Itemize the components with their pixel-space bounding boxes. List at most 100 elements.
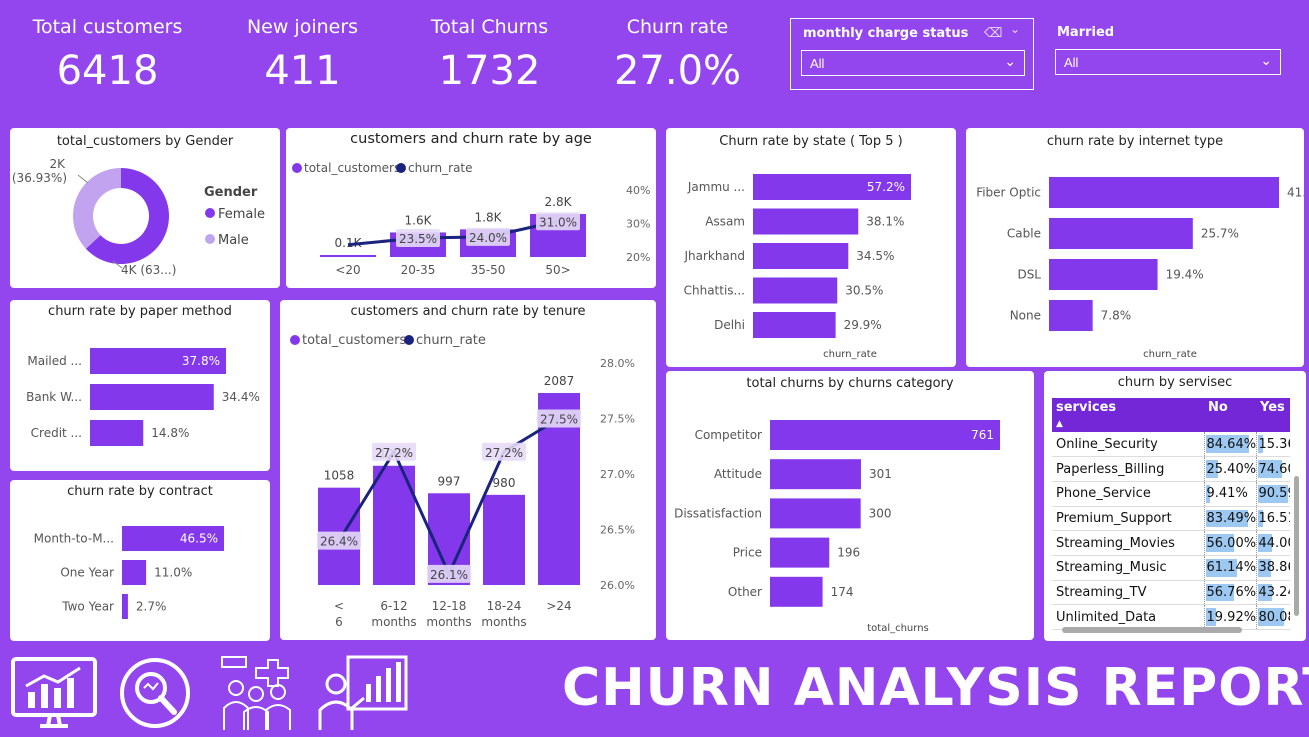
kpi-label: Churn rate [626, 16, 729, 38]
table-row[interactable]: Phone_Service9.41% 90.59% [1052, 481, 1290, 507]
legend-marker-male [205, 234, 215, 244]
no-percent-value: 56.00% [1206, 535, 1257, 551]
bar[interactable] [1049, 259, 1158, 290]
no-percent-cell: 19.92% [1203, 604, 1256, 630]
bar[interactable] [770, 420, 1000, 450]
category-label: Two Year [61, 600, 114, 614]
bar[interactable] [90, 384, 214, 410]
yes-percent-cell: 15.36% [1255, 432, 1290, 458]
table-row[interactable]: Online_Security84.64%15.36% [1052, 432, 1290, 458]
gender-donut-chart: 2K (36.93%) 4K (63...) Gender Female Mal… [12, 157, 265, 277]
data-label: 57.2% [867, 180, 905, 194]
service-name-cell: Streaming_Movies [1052, 530, 1204, 556]
x-tick-label: months [371, 615, 416, 629]
legend-label-male[interactable]: Male [218, 233, 249, 248]
y2-tick-label: 20% [626, 251, 650, 264]
legend-marker-churn-rate [404, 335, 414, 345]
bar[interactable] [753, 277, 838, 304]
bar[interactable] [753, 208, 859, 235]
table-row[interactable]: Streaming_TV56.76%43.24% [1052, 580, 1290, 606]
x-tick-label: 50> [545, 263, 570, 277]
dropdown-value: All [1064, 55, 1079, 70]
married-dropdown[interactable]: All ⌄ [1055, 49, 1281, 75]
table-row[interactable]: Unlimited_Data19.92%80.08% [1052, 604, 1290, 630]
dropdown-value: All [810, 56, 825, 71]
yes-percent-value: 74.60% [1258, 461, 1291, 477]
search-analytics-icon [120, 658, 190, 728]
state-card: Churn rate by state ( Top 5 ) Jammu ... 5… [666, 128, 956, 367]
internet-card: churn rate by internet type Fiber Optic 4… [966, 128, 1304, 367]
bar-data-label: 980 [493, 476, 516, 490]
category-label: Chhattis... [684, 284, 745, 298]
bar[interactable] [770, 459, 861, 490]
married-slicer: Married All ⌄ [1046, 18, 1286, 90]
vertical-scrollbar[interactable] [1294, 476, 1299, 616]
services-card: churn by servisec services ▲ No Yes Onlin… [1044, 371, 1306, 641]
kpi-new-joiners: New joiners 411 [215, 16, 390, 94]
payment-card: churn rate by paper method Mailed ... 37.… [10, 300, 270, 471]
churn-rate-line[interactable] [347, 219, 559, 247]
column-header-services[interactable]: services ▲ [1052, 398, 1204, 432]
bar[interactable] [770, 498, 861, 529]
bar-data-label: 997 [438, 474, 461, 488]
data-label: 300 [869, 506, 892, 520]
table-row[interactable]: Paperless_Billing25.40%74.60% [1052, 456, 1291, 482]
legend-label-churn-rate[interactable]: churn_rate [408, 161, 473, 175]
bar[interactable] [770, 576, 823, 607]
x-tick-label: <20 [335, 263, 360, 277]
kpi-value: 1732 [438, 48, 541, 94]
bar[interactable] [90, 420, 144, 446]
monthly-charge-dropdown[interactable]: All ⌄ [801, 50, 1025, 76]
legend-label-female[interactable]: Female [218, 207, 265, 222]
bar[interactable] [1049, 218, 1193, 249]
donut-slice-male[interactable] [73, 168, 121, 249]
category-label: Mailed ... [27, 354, 82, 368]
bar[interactable] [753, 243, 849, 269]
y2-tick-label: 27.5% [600, 413, 635, 426]
bar[interactable] [320, 255, 376, 257]
data-label: 14.8% [151, 426, 189, 440]
table-row[interactable]: Streaming_Movies56.00%44.00% [1052, 530, 1291, 556]
data-label: 174 [831, 585, 854, 599]
state-bar-chart: Jammu ... 57.2% Assam 38.1% Jharkhand 34.5% Ch… [683, 174, 911, 360]
column-header-no[interactable]: No [1204, 398, 1256, 432]
bar[interactable] [1049, 177, 1279, 208]
no-percent-cell: 84.64% [1203, 432, 1257, 458]
category-bar-chart: Competitor 761 Attitude 301 Dissatisfaction 3… [674, 420, 1000, 634]
bar-data-label: 1.6K [405, 213, 433, 227]
bar[interactable] [1049, 300, 1093, 331]
age-combo-chart: total_customers churn_rate40%30%20%0.1K<2… [292, 161, 650, 277]
legend-label-total-customers[interactable]: total_customers [302, 333, 406, 348]
data-label: 29.9% [844, 318, 882, 332]
horizontal-scrollbar[interactable] [1062, 627, 1242, 633]
yes-percent-cell: 74.60% [1255, 456, 1291, 482]
bar[interactable] [483, 494, 525, 585]
bar[interactable] [753, 312, 836, 338]
no-percent-value: 25.40% [1206, 461, 1257, 477]
dashboard-monitor-icon [11, 657, 97, 728]
legend-label-total-customers[interactable]: total_customers [304, 161, 400, 175]
line-data-label: 31.0% [539, 215, 577, 229]
category-label: Dissatisfaction [674, 506, 762, 520]
x-tick-label: 12-18 [432, 599, 467, 613]
data-label: 2.7% [136, 600, 167, 614]
yes-percent-value: 44.00% [1258, 535, 1291, 551]
table-row[interactable]: Premium_Support83.49%16.51% [1052, 506, 1290, 532]
y2-tick-label: 27.0% [600, 468, 635, 481]
x-tick-label: 6-12 [380, 599, 407, 613]
gender-card: total_customers by Gender 2K (36.93%) 4K… [10, 128, 280, 288]
bar[interactable] [122, 594, 128, 619]
eraser-icon[interactable]: ⌫ [984, 25, 1002, 41]
table-row[interactable]: Streaming_Music61.14%38.86% [1052, 555, 1290, 581]
kpi-label: Total customers [32, 16, 183, 38]
y2-tick-label: 26.5% [600, 524, 635, 537]
x-tick-label: 20-35 [401, 263, 436, 277]
legend-label-churn-rate[interactable]: churn_rate [416, 333, 486, 348]
column-header-yes[interactable]: Yes [1256, 398, 1290, 432]
chevron-down-icon[interactable]: ⌄ [1010, 22, 1020, 36]
bar[interactable] [122, 560, 147, 585]
bar[interactable] [770, 537, 830, 568]
no-percent-value: 84.64% [1206, 436, 1257, 452]
legend-title: Gender [204, 185, 258, 200]
team-collaboration-icon [221, 656, 291, 730]
